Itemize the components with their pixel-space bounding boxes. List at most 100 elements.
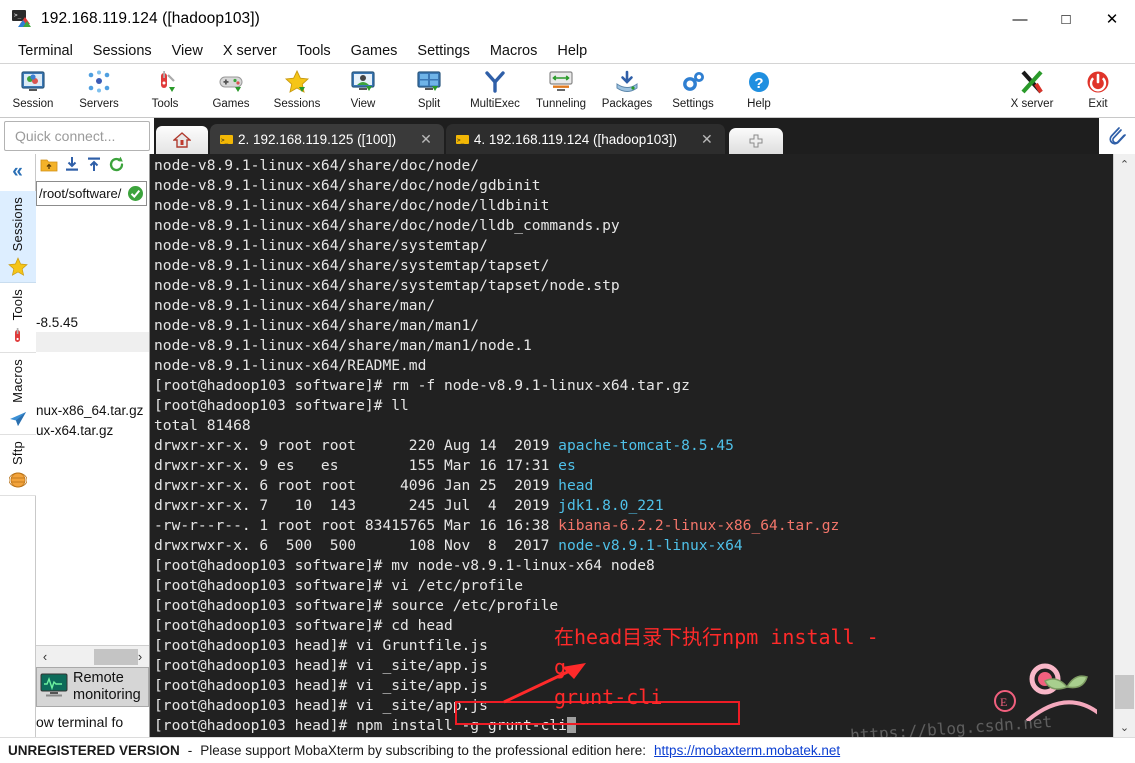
terminal-line-text: -rw-r--r--. 1 root root 83415765 Mar 16 … bbox=[154, 517, 559, 534]
terminal-line-text: drwxr-xr-x. 6 root root 4096 Jan 25 2019 bbox=[154, 477, 559, 494]
folder-up-icon[interactable] bbox=[40, 157, 58, 178]
sftp-panel: /root/software/ -8.5.45 nux-x86_64.tar.gz… bbox=[36, 154, 150, 737]
sidebar-item-sessions[interactable]: Sessions bbox=[0, 191, 36, 284]
menu-item-macros[interactable]: Macros bbox=[480, 41, 548, 61]
terminal-line: -rw-r--r--. 1 root root 83415765 Mar 16 … bbox=[154, 516, 1113, 536]
maximize-button[interactable]: □ bbox=[1043, 0, 1089, 38]
servers-icon bbox=[84, 68, 114, 96]
svg-text:?: ? bbox=[754, 75, 763, 92]
tab-close-icon-0[interactable]: ✕ bbox=[414, 131, 438, 148]
terminal-line-text: [root@hadoop103 software]# cd head bbox=[154, 617, 453, 634]
plus-icon bbox=[749, 134, 763, 148]
upload-icon[interactable] bbox=[86, 156, 102, 178]
status-separator: - bbox=[187, 743, 193, 758]
globe-icon bbox=[8, 469, 27, 491]
toolbar-button-view[interactable]: View bbox=[330, 66, 396, 118]
multiexec-icon bbox=[480, 68, 510, 96]
scroll-up-icon[interactable]: ⌃ bbox=[1120, 154, 1129, 174]
terminal-line: [root@hadoop103 software]# ll bbox=[154, 396, 1113, 416]
session-icon bbox=[18, 68, 48, 96]
terminal-line-text: node-v8.9.1-linux-x64/share/man/man1/nod… bbox=[154, 337, 532, 354]
menu-item-x-server[interactable]: X server bbox=[213, 41, 287, 61]
games-icon bbox=[216, 68, 246, 96]
terminal-line: node-v8.9.1-linux-x64/share/doc/node/gdb… bbox=[154, 176, 1113, 196]
menu-item-help[interactable]: Help bbox=[547, 41, 597, 61]
toolbar-label-settings: Settings bbox=[672, 98, 714, 110]
toolbar-button-help[interactable]: ? Help bbox=[726, 66, 792, 118]
toolbar-button-x-server[interactable]: X server bbox=[999, 66, 1065, 118]
toolbar-button-multiexec[interactable]: MultiExec bbox=[462, 66, 528, 118]
terminal-line-text: [root@hadoop103 software]# rm -f node-v8… bbox=[154, 377, 690, 394]
minimize-button[interactable]: — bbox=[997, 0, 1043, 38]
scrollbar-track[interactable] bbox=[1114, 174, 1135, 717]
refresh-icon[interactable] bbox=[108, 156, 125, 178]
sidebar-item-macros[interactable]: Macros bbox=[0, 352, 36, 435]
sftp-file-row[interactable] bbox=[36, 332, 149, 352]
terminal-line-text: [root@hadoop103 software]# ll bbox=[154, 397, 409, 414]
menu-item-tools[interactable]: Tools bbox=[287, 41, 341, 61]
session-tab-0[interactable]: >_ 2. 192.168.119.125 ([100]) ✕ bbox=[210, 124, 444, 154]
terminal-line: drwxr-xr-x. 9 es es 155 Mar 16 17:31 es bbox=[154, 456, 1113, 476]
terminal-output[interactable]: node-v8.9.1-linux-x64/share/doc/node/nod… bbox=[150, 154, 1113, 737]
hscroll-track[interactable] bbox=[52, 648, 138, 665]
sftp-file-list[interactable]: -8.5.45 nux-x86_64.tar.gz ux-x64.tar.gz bbox=[36, 208, 149, 645]
main-body: « Sessions Tools Macros Sftp /root/softw… bbox=[0, 154, 1135, 737]
toolbar-button-split[interactable]: Split bbox=[396, 66, 462, 118]
sftp-file-row[interactable]: -8.5.45 bbox=[36, 312, 149, 332]
new-tab-button[interactable] bbox=[728, 128, 783, 154]
sftp-path-field[interactable]: /root/software/ bbox=[36, 181, 147, 206]
tab-strip: Quick connect... >_ 2. 192.168.119.125 (… bbox=[0, 118, 1135, 154]
scrollbar-thumb[interactable] bbox=[1115, 675, 1134, 709]
sftp-file-row[interactable]: nux-x86_64.tar.gz bbox=[36, 400, 149, 420]
toolbar-label-x-server: X server bbox=[1010, 98, 1054, 110]
terminal-line-text: node-v8.9.1-linux-x64/share/doc/node/gdb… bbox=[154, 177, 541, 194]
session-tabs: >_ 2. 192.168.119.125 ([100]) ✕ >_ 4. 19… bbox=[154, 118, 1099, 154]
session-tab-1[interactable]: >_ 4. 192.168.119.124 ([hadoop103]) ✕ bbox=[445, 124, 725, 154]
menu-item-terminal[interactable]: Terminal bbox=[8, 41, 83, 61]
download-icon[interactable] bbox=[64, 156, 80, 178]
toolbar-label-packages: Packages bbox=[601, 98, 653, 110]
tab-close-icon-1[interactable]: ✕ bbox=[695, 131, 719, 148]
terminal-line-text: node-v8.9.1-linux-x64/share/man/ bbox=[154, 297, 436, 314]
mobaxterm-icon: >_ bbox=[12, 10, 32, 28]
toolbar-button-servers[interactable]: Servers bbox=[66, 66, 132, 118]
sftp-file-row[interactable]: ux-x64.tar.gz bbox=[36, 420, 149, 440]
menu-bar: Terminal Sessions View X server Tools Games Se… bbox=[0, 38, 1135, 64]
menu-item-view[interactable]: View bbox=[162, 41, 213, 61]
terminal-line-text: [root@hadoop103 software]# vi /etc/profi… bbox=[154, 577, 524, 594]
toolbar-button-tunneling[interactable]: Tunneling bbox=[528, 66, 594, 118]
sftp-horizontal-scrollbar[interactable]: ‹ › bbox=[36, 645, 149, 667]
sftp-footer-text: ow terminal fo bbox=[36, 714, 124, 730]
mobaxterm-link[interactable]: https://mobaxterm.mobatek.net bbox=[654, 743, 840, 758]
menu-item-games[interactable]: Games bbox=[341, 41, 408, 61]
split-icon bbox=[414, 68, 444, 96]
sftp-path-value: /root/software/ bbox=[39, 186, 122, 201]
home-tab[interactable] bbox=[156, 126, 208, 154]
remote-monitoring-button[interactable]: Remote monitoring bbox=[36, 667, 149, 707]
hscroll-thumb[interactable] bbox=[94, 648, 138, 665]
menu-item-settings[interactable]: Settings bbox=[407, 41, 479, 61]
chevron-double-left-icon[interactable]: « bbox=[12, 161, 23, 183]
toolbar-button-packages[interactable]: Packages bbox=[594, 66, 660, 118]
toolbar-button-exit[interactable]: Exit bbox=[1065, 66, 1131, 118]
toolbar-button-session[interactable]: Session bbox=[0, 66, 66, 118]
toolbar-button-games[interactable]: Games bbox=[198, 66, 264, 118]
window-controls: — □ ✕ bbox=[997, 0, 1135, 38]
sidebar-item-sftp[interactable]: Sftp bbox=[0, 434, 36, 497]
terminal-scrollbar[interactable]: ⌃ ⌄ bbox=[1113, 154, 1135, 737]
scroll-down-icon[interactable]: ⌄ bbox=[1120, 717, 1129, 737]
terminal-archive-name: kibana-6.2.2-linux-x86_64.tar.gz bbox=[558, 517, 840, 534]
attachments-button[interactable] bbox=[1099, 118, 1135, 154]
terminal-line-text: node-v8.9.1-linux-x64/README.md bbox=[154, 357, 427, 374]
toolbar-button-tools[interactable]: Tools bbox=[132, 66, 198, 118]
check-circle-icon bbox=[127, 185, 144, 202]
toolbar-button-sessions[interactable]: Sessions bbox=[264, 66, 330, 118]
close-button[interactable]: ✕ bbox=[1089, 0, 1135, 38]
terminal-line-text: [root@hadoop103 head]# npm install -g gr… bbox=[154, 717, 567, 734]
scroll-left-icon[interactable]: ‹ bbox=[38, 649, 52, 664]
quick-connect-input[interactable]: Quick connect... bbox=[4, 121, 150, 151]
terminal-line-text: drwxrwxr-x. 6 500 500 108 Nov 8 2017 bbox=[154, 537, 559, 554]
sidebar-item-tools[interactable]: Tools bbox=[0, 283, 36, 353]
toolbar-button-settings[interactable]: Settings bbox=[660, 66, 726, 118]
menu-item-sessions[interactable]: Sessions bbox=[83, 41, 162, 61]
